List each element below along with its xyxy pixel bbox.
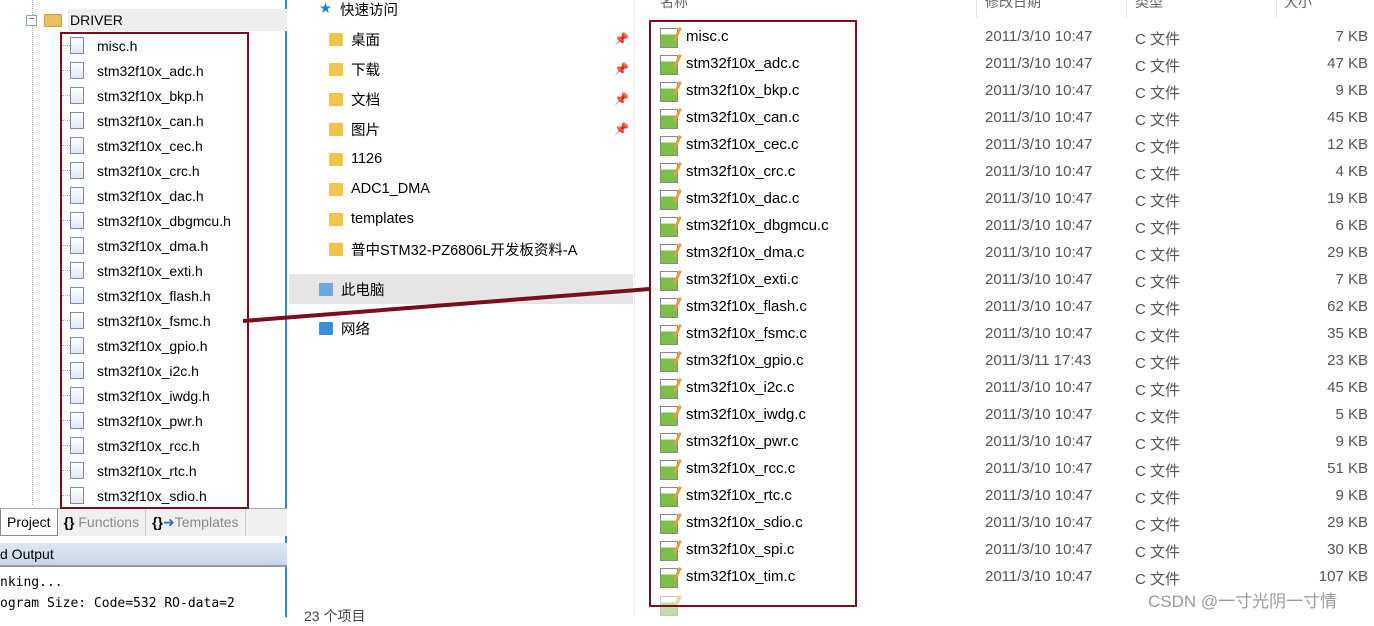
- folder-label: DRIVER: [70, 12, 123, 28]
- item-count: 23 个项目: [304, 608, 366, 624]
- folder-icon: [44, 13, 62, 27]
- watermark: CSDN @一寸光阴一寸情: [1148, 592, 1338, 611]
- collapse-icon[interactable]: −: [26, 14, 37, 26]
- annotation-connector: [242, 287, 651, 323]
